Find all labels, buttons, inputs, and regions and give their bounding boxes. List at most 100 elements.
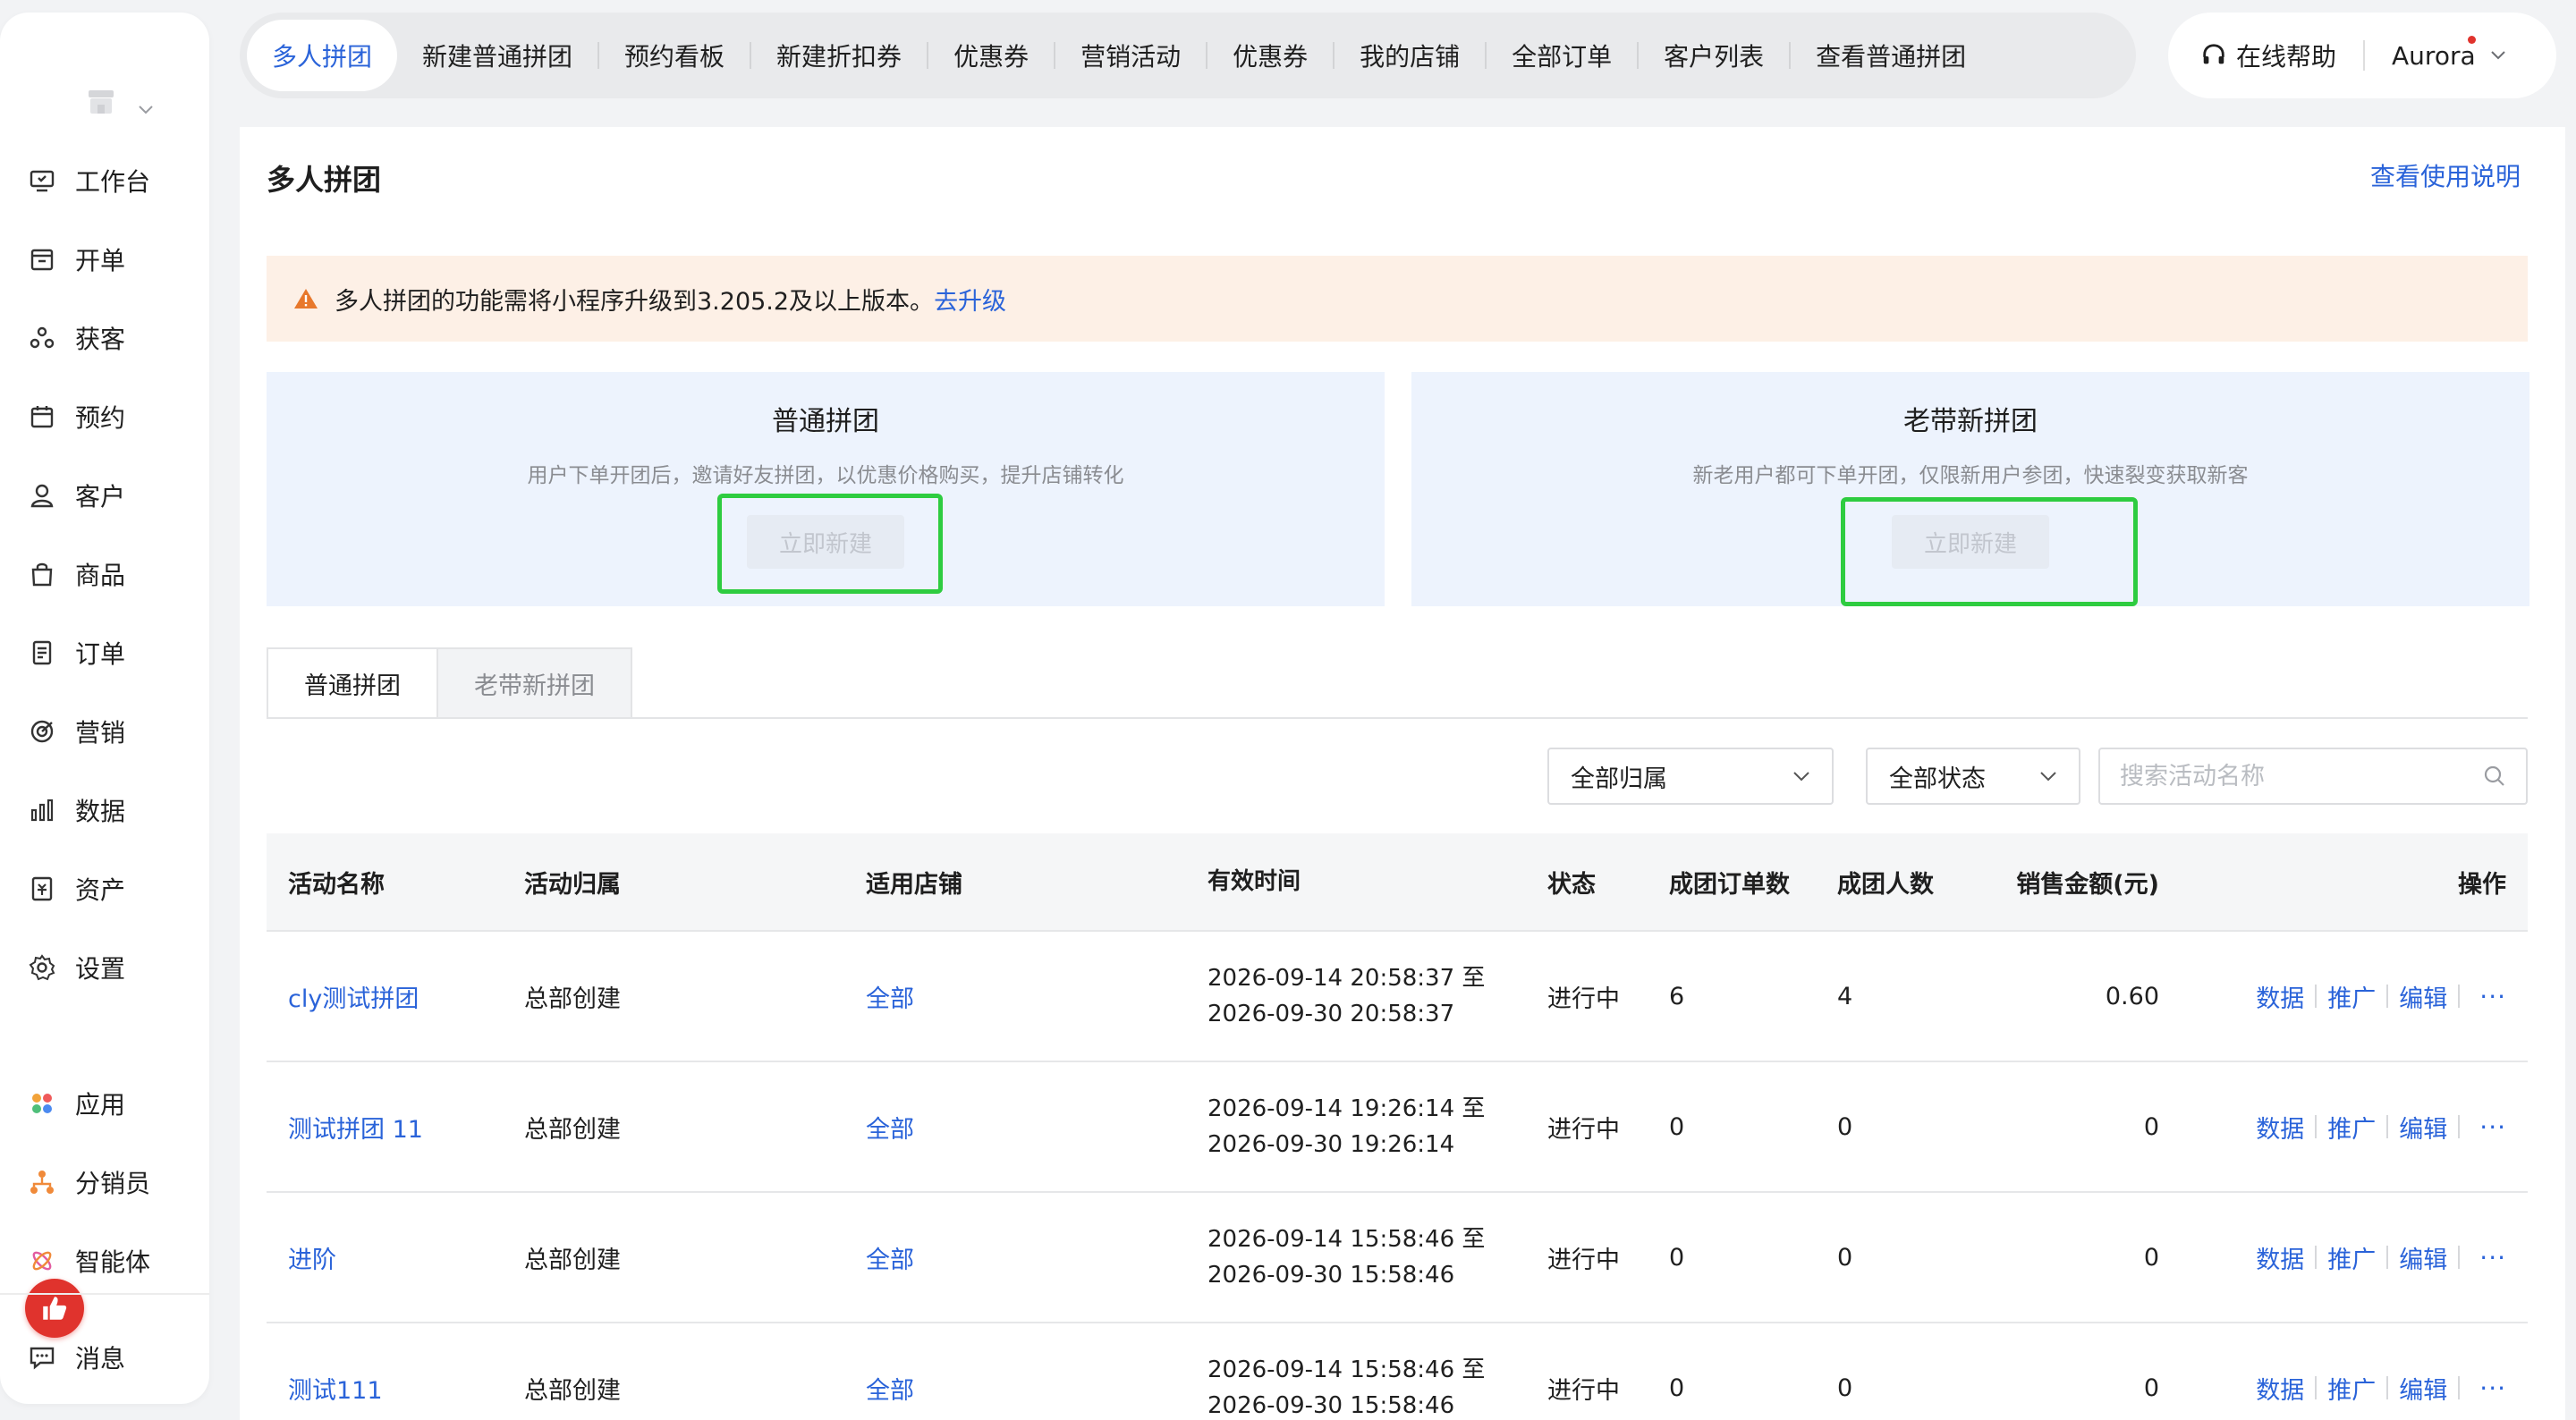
- search-icon[interactable]: [2483, 765, 2506, 788]
- create-normal-group-button[interactable]: 立即新建: [747, 515, 904, 569]
- activity-name-link[interactable]: 进阶: [267, 1240, 503, 1275]
- referral-group-card: 老带新拼团 新老用户都可下单开团，仅限新用户参团，快速裂变获取新客 立即新建: [1411, 372, 2529, 606]
- group-order-count: 0: [1669, 1112, 1685, 1141]
- status-filter-select[interactable]: 全部状态: [1866, 748, 2080, 805]
- time-end: 2026-09-30 19:26:14: [1208, 1131, 1455, 1158]
- promote-button[interactable]: 推广: [2327, 1240, 2376, 1275]
- col-header: 操作: [2458, 870, 2506, 899]
- sidebar-item-workbench[interactable]: 工作台: [27, 154, 150, 207]
- sidebar-item-distributor[interactable]: 分销员: [27, 1155, 150, 1209]
- tab-marketing-activity[interactable]: 营销活动: [1055, 20, 1206, 91]
- more-icon[interactable]: ···: [2479, 1112, 2506, 1142]
- thumbs-up-button[interactable]: [25, 1279, 84, 1338]
- store-switcher[interactable]: [86, 75, 166, 129]
- data-button[interactable]: 数据: [2256, 1110, 2304, 1145]
- sidebar-item-acquire[interactable]: 获客: [27, 311, 125, 365]
- usage-guide-link[interactable]: 查看使用说明: [2370, 157, 2521, 193]
- store-scope-link[interactable]: 全部: [844, 1240, 1186, 1275]
- activity-name-link[interactable]: 测试拼团 11: [267, 1110, 503, 1145]
- group-order-count: 6: [1669, 982, 1685, 1010]
- sidebar-item-data[interactable]: 数据: [27, 783, 125, 837]
- sidebar-item-label: 开单: [75, 246, 126, 275]
- notice-text: 多人拼团的功能需将小程序升级到3.205.2及以上版本。: [335, 287, 935, 316]
- sales-amount: 0.60: [2105, 982, 2159, 1010]
- user-menu[interactable]: Aurora: [2392, 35, 2506, 71]
- tab-customer-list[interactable]: 客户列表: [1639, 20, 1789, 91]
- more-icon[interactable]: ···: [2479, 982, 2506, 1011]
- card-title: 老带新拼团: [1903, 406, 2038, 437]
- promote-button[interactable]: 推广: [2327, 1110, 2376, 1145]
- upgrade-notice: 多人拼团的功能需将小程序升级到3.205.2及以上版本。 去升级: [267, 256, 2528, 342]
- page-title: 多人拼团: [267, 163, 382, 197]
- edit-button[interactable]: 编辑: [2399, 979, 2447, 1014]
- store-scope-link[interactable]: 全部: [844, 1110, 1186, 1145]
- activity-name-link[interactable]: cly测试拼团: [267, 979, 503, 1014]
- tab-normal-group[interactable]: 普通拼团: [267, 647, 438, 719]
- tab-new-discount-coupon[interactable]: 新建折扣券: [751, 20, 927, 91]
- table-row: 测试拼团 11 总部创建 全部 2026-09-14 19:26:14 至 202…: [267, 1062, 2528, 1193]
- sidebar-item-message[interactable]: 消息: [27, 1331, 125, 1384]
- tab-new-normal-group[interactable]: 新建普通拼团: [397, 20, 597, 91]
- activity-search: [2098, 748, 2528, 805]
- data-button[interactable]: 数据: [2256, 1240, 2304, 1275]
- search-input[interactable]: [2120, 762, 2460, 790]
- chevron-down-icon: [2040, 772, 2056, 782]
- sidebar-item-label: 营销: [75, 718, 126, 748]
- time-start: 2026-09-14 15:58:46 至: [1208, 1357, 1486, 1383]
- valid-time: 2026-09-14 15:58:46 至 2026-09-30 15:58:46: [1186, 1221, 1526, 1293]
- tab-group-buy[interactable]: 多人拼团: [247, 20, 398, 91]
- col-header: 成团人数: [1837, 870, 1934, 899]
- sidebar-item-label: 资产: [75, 875, 126, 905]
- headset-icon: [2203, 44, 2224, 64]
- sidebar-item-marketing[interactable]: 营销: [27, 705, 125, 758]
- tab-all-orders[interactable]: 全部订单: [1487, 20, 1637, 91]
- promote-button[interactable]: 推广: [2327, 1371, 2376, 1406]
- sidebar-item-customer[interactable]: 客户: [27, 469, 125, 522]
- edit-button[interactable]: 编辑: [2399, 1110, 2447, 1145]
- target-icon: [27, 716, 57, 747]
- tab-view-normal-group[interactable]: 查看普通拼团: [1791, 20, 1991, 91]
- sidebar-item-label: 预约: [75, 403, 126, 433]
- online-help-button[interactable]: 在线帮助: [2200, 38, 2336, 73]
- tab-appointment-board[interactable]: 预约看板: [599, 20, 750, 91]
- valid-time: 2026-09-14 19:26:14 至 2026-09-30 19:26:14: [1186, 1091, 1526, 1162]
- tab-my-store[interactable]: 我的店铺: [1335, 20, 1485, 91]
- owner-filter-select[interactable]: 全部归属: [1547, 748, 1834, 805]
- edit-button[interactable]: 编辑: [2399, 1240, 2447, 1275]
- chevron-down-icon: [2490, 51, 2505, 60]
- chevron-down-icon: [1793, 772, 1809, 782]
- sales-amount: 0: [2143, 1243, 2159, 1272]
- activity-owner: 总部创建: [524, 1246, 621, 1274]
- store-scope-link[interactable]: 全部: [844, 979, 1186, 1014]
- group-people-count: 0: [1837, 1374, 1853, 1402]
- sidebar-item-billing[interactable]: 开单: [27, 232, 125, 286]
- more-icon[interactable]: ···: [2479, 1243, 2506, 1272]
- col-header: 活动名称: [288, 870, 385, 899]
- status-text: 进行中: [1547, 1115, 1620, 1144]
- activity-name-link[interactable]: 测试111: [267, 1371, 503, 1406]
- upgrade-link[interactable]: 去升级: [934, 282, 1006, 317]
- time-end: 2026-09-30 20:58:37: [1208, 1001, 1455, 1027]
- sidebar-item-settings[interactable]: 设置: [27, 941, 125, 994]
- tab-referral-group[interactable]: 老带新拼团: [438, 647, 632, 719]
- billing-icon: [27, 244, 57, 275]
- sidebar-item-appointment[interactable]: 预约: [27, 390, 125, 444]
- user-name: Aurora: [2392, 40, 2476, 71]
- sidebar-item-apps[interactable]: 应用: [27, 1077, 125, 1130]
- store-scope-link[interactable]: 全部: [844, 1371, 1186, 1406]
- sidebar-item-asset[interactable]: 资产: [27, 862, 125, 916]
- edit-button[interactable]: 编辑: [2399, 1371, 2447, 1406]
- data-button[interactable]: 数据: [2256, 979, 2304, 1014]
- promote-button[interactable]: 推广: [2327, 979, 2376, 1014]
- sidebar-item-order[interactable]: 订单: [27, 626, 125, 680]
- tab-coupon[interactable]: 优惠券: [928, 20, 1054, 91]
- sidebar-item-goods[interactable]: 商品: [27, 547, 125, 601]
- more-icon[interactable]: ···: [2479, 1374, 2506, 1403]
- create-referral-group-button[interactable]: 立即新建: [1892, 515, 2049, 569]
- order-icon: [27, 638, 57, 668]
- tab-coupon-2[interactable]: 优惠券: [1208, 20, 1333, 91]
- sidebar-item-label: 设置: [75, 954, 126, 984]
- agent-icon: [27, 1246, 57, 1276]
- bar-chart-icon: [27, 795, 57, 825]
- data-button[interactable]: 数据: [2256, 1371, 2304, 1406]
